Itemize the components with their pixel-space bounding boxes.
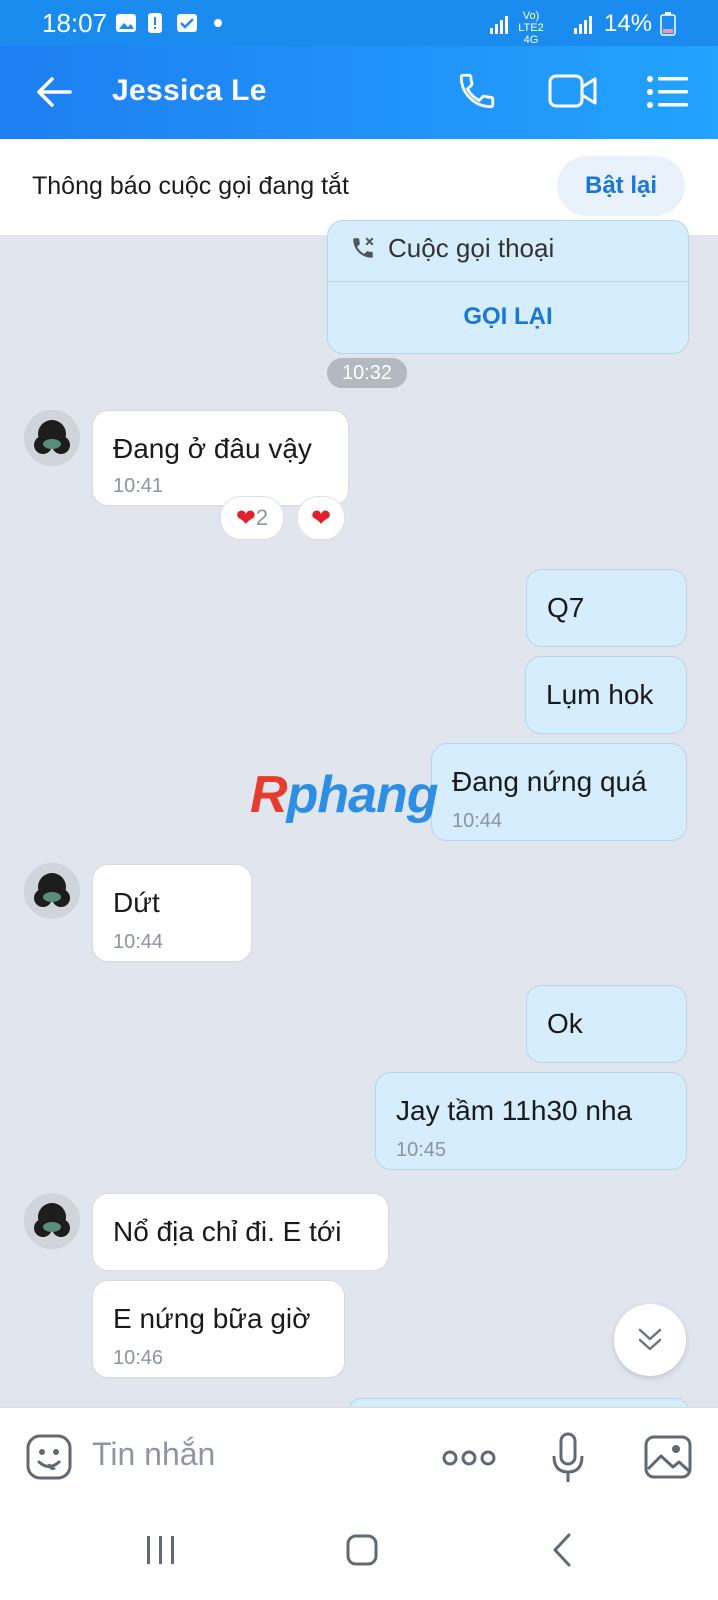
battery-icon — [660, 12, 676, 36]
checkbox-notification-icon — [177, 14, 197, 32]
reaction-count-badge[interactable]: ❤ 2 — [220, 496, 284, 540]
time-separator: 10:32 — [327, 358, 407, 388]
microphone-icon[interactable] — [550, 1432, 586, 1486]
emoji-sticker-icon[interactable] — [25, 1433, 73, 1481]
chat-header: Jessica Le — [0, 46, 718, 139]
signal-icon — [490, 16, 508, 34]
system-nav-bar — [0, 1505, 718, 1600]
watermark-logo: Rphang — [250, 766, 439, 824]
message-bubble-incoming[interactable]: E nứng bữa giờ 10:46 — [92, 1280, 345, 1378]
message-time: 10:44 — [113, 931, 164, 953]
message-text: E nứng bữa giờ — [113, 1303, 311, 1334]
status-time: 18:07 — [42, 8, 108, 38]
phone-icon[interactable] — [456, 70, 498, 112]
contact-avatar[interactable] — [24, 410, 80, 466]
message-bubble-outgoing[interactable]: Jay tầm 11h30 nha 10:45 — [375, 1072, 687, 1170]
avatar-image — [24, 410, 80, 466]
message-text: Q7 — [547, 592, 585, 623]
double-chevron-down-icon — [638, 1328, 662, 1351]
scroll-to-bottom-button[interactable] — [614, 1304, 686, 1376]
dot-icon — [214, 19, 222, 27]
call-back-button[interactable]: GỌI LẠI — [328, 282, 688, 352]
contact-avatar[interactable] — [24, 1193, 80, 1249]
message-text: Dứt — [113, 887, 160, 918]
message-time: 10:41 — [113, 475, 164, 497]
more-options-icon[interactable] — [442, 1448, 496, 1468]
back-nav-icon[interactable] — [552, 1533, 572, 1567]
message-time: 10:45 — [396, 1139, 447, 1161]
avatar-image — [24, 863, 80, 919]
gallery-notification-icon — [116, 14, 136, 32]
alert-notification-icon — [148, 13, 162, 33]
message-time: 10:46 — [113, 1347, 164, 1369]
message-text: Đang ở đâu vậy — [113, 433, 312, 464]
list-menu-icon[interactable] — [646, 74, 690, 110]
heart-icon: ❤ — [235, 504, 256, 532]
message-bubble-outgoing[interactable]: Q7 — [526, 569, 687, 647]
message-text: Đang nứng quá — [452, 766, 647, 797]
message-bubble-outgoing[interactable]: Đang nứng quá 10:44 — [431, 743, 687, 841]
re-enable-button[interactable]: Bật lại — [557, 156, 685, 216]
message-bubble-outgoing[interactable]: Ok — [526, 985, 687, 1063]
video-camera-icon[interactable] — [548, 72, 598, 110]
message-bubble-incoming[interactable]: Đang ở đâu vậy 10:41 — [92, 410, 349, 506]
signal-2-icon — [574, 16, 592, 34]
contact-avatar[interactable] — [24, 863, 80, 919]
avatar-image — [24, 1193, 80, 1249]
message-time: 10:44 — [452, 810, 503, 832]
call-card-label: Cuộc gọi thoại — [388, 233, 555, 263]
contact-name[interactable]: Jessica Le — [112, 74, 267, 108]
back-arrow-icon[interactable] — [36, 74, 72, 110]
battery-percent: 14% — [604, 10, 653, 37]
status-bar: 18:07 Vo) LTE2 4G 14% — [0, 0, 718, 46]
notice-text: Thông báo cuộc gọi đang tắt — [32, 172, 349, 200]
message-composer: Tin nhắn — [0, 1407, 718, 1506]
message-text: Nổ địa chỉ đi. E tới — [113, 1216, 342, 1247]
network-label: Vo) LTE2 4G — [518, 10, 544, 46]
message-bubble-incoming[interactable]: Dứt 10:44 — [92, 864, 252, 962]
voice-call-card: Cuộc gọi thoại GỌI LẠI — [327, 220, 689, 354]
message-bubble-outgoing[interactable]: Lụm hok — [525, 656, 687, 734]
message-text: Jay tầm 11h30 nha — [396, 1095, 633, 1126]
reaction-count: 2 — [255, 505, 269, 530]
message-input[interactable]: Tin nhắn — [92, 1436, 215, 1473]
missed-call-icon — [353, 237, 374, 258]
message-text: Ok — [547, 1008, 583, 1039]
heart-icon: ❤ — [310, 504, 332, 532]
message-text: Lụm hok — [546, 679, 654, 710]
recent-apps-icon[interactable] — [145, 1535, 177, 1565]
react-button[interactable]: ❤ — [297, 496, 345, 540]
home-icon[interactable] — [345, 1533, 379, 1567]
image-gallery-icon[interactable] — [643, 1434, 693, 1480]
message-bubble-incoming[interactable]: Nổ địa chỉ đi. E tới — [92, 1193, 389, 1271]
